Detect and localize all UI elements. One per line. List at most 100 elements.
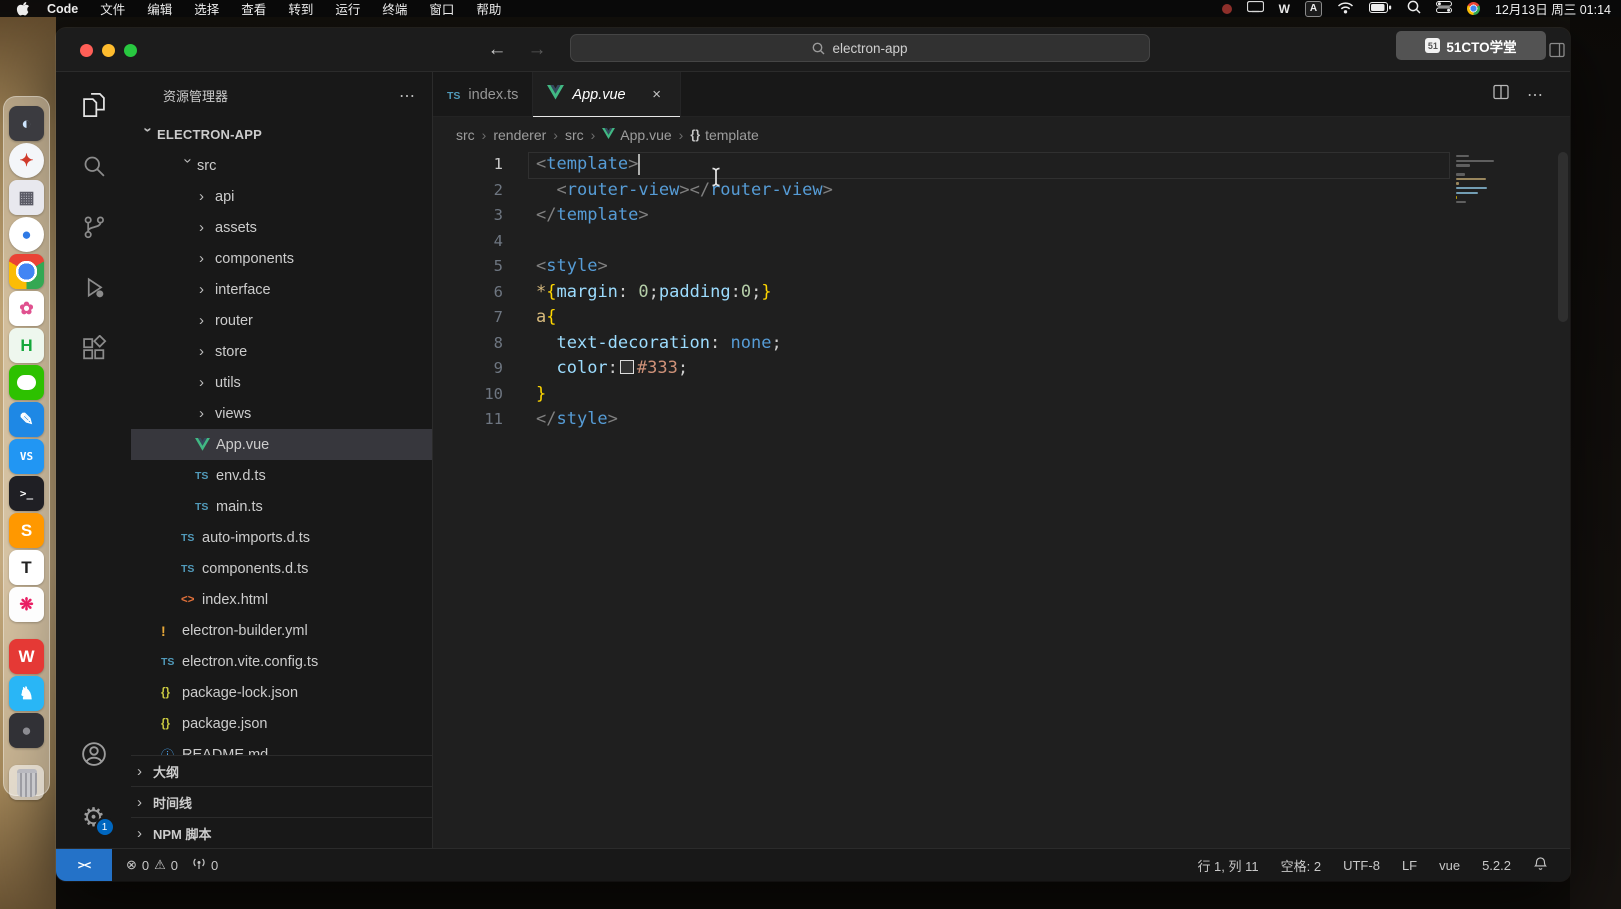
menu-item-窗口[interactable]: 窗口 [429,0,454,18]
tree-item-src[interactable]: ›src [131,150,432,181]
dock-icon-trash[interactable] [9,765,44,800]
remote-indicator[interactable]: >< [56,849,112,881]
status-language-mode[interactable]: vue [1439,858,1460,873]
activity-bar-item-explorer[interactable] [56,81,131,133]
bell-icon[interactable] [1533,856,1548,875]
menu-item-编辑[interactable]: 编辑 [147,0,172,18]
status-indentation[interactable]: 空格: 2 [1281,856,1321,875]
dock-icon-terminal[interactable]: >_ [9,476,44,511]
sidebar-section-大纲[interactable]: ›大纲 [131,755,432,786]
dock-icon-wps[interactable]: W [9,639,44,674]
menu-item-文件[interactable]: 文件 [100,0,125,18]
breadcrumb-item-renderer[interactable]: renderer [493,127,546,143]
editor-more-actions-icon[interactable]: ⋯ [1527,85,1544,105]
activity-bar-item-search[interactable] [56,142,131,194]
menu-item-选择[interactable]: 选择 [194,0,219,18]
apple-menu-icon[interactable] [16,1,29,16]
activity-bar-item-source-control[interactable] [56,203,131,255]
breadcrumb-item-src[interactable]: src [456,127,475,143]
status-eol[interactable]: LF [1402,858,1417,873]
minimize-window-button[interactable] [102,44,115,57]
tree-item-router[interactable]: ›router [131,305,432,336]
tree-item-index-html[interactable]: <>index.html [131,584,432,615]
dock-icon-pink-app[interactable]: ✿ [9,291,44,326]
tree-item-app-vue[interactable]: App.vue [131,429,432,460]
dock-icon-paint-app[interactable]: ❋ [9,587,44,622]
wifi-icon[interactable] [1337,1,1354,17]
command-center-search[interactable]: electron-app [570,34,1150,62]
tree-item-store[interactable]: ›store [131,336,432,367]
dock-icon-deer-app[interactable]: ♞ [9,676,44,711]
dock-icon-chrome[interactable] [9,254,44,289]
menu-app-name[interactable]: Code [47,2,78,16]
tree-item-views[interactable]: ›views [131,398,432,429]
dock-icon-launchpad[interactable]: ▦ [9,180,44,215]
sidebar-section-npm-脚本[interactable]: ›NPM 脚本 [131,817,432,848]
record-indicator-icon[interactable] [1222,4,1232,14]
tree-item-components-d-ts[interactable]: TScomponents.d.ts [131,553,432,584]
input-source-icon[interactable]: A [1305,1,1322,17]
dock-icon-vscode[interactable]: VS [9,439,44,474]
tree-item-interface[interactable]: ›interface [131,274,432,305]
tree-item-electron-builder-yml[interactable]: !electron-builder.yml [131,615,432,646]
tree-item-api[interactable]: ›api [131,181,432,212]
sidebar-more-actions-icon[interactable]: ⋯ [399,86,416,106]
tree-item-electron-vite-config-ts[interactable]: TSelectron.vite.config.ts [131,646,432,677]
tree-item-package-json[interactable]: {}package.json [131,708,432,739]
tree-item-main-ts[interactable]: TSmain.ts [131,491,432,522]
ports-indicator[interactable]: 0 [192,857,218,874]
tree-item-env-d-ts[interactable]: TSenv.d.ts [131,460,432,491]
dock-icon-typora[interactable]: T [9,550,44,585]
menu-item-查看[interactable]: 查看 [241,0,266,18]
sidebar-section-时间线[interactable]: ›时间线 [131,786,432,817]
close-tab-icon[interactable]: × [648,86,666,103]
dock-icon-pen-app[interactable]: ✎ [9,402,44,437]
tab-app-vue[interactable]: App.vue× [533,72,680,117]
editor-scrollbar[interactable] [1556,152,1570,848]
accounts-icon[interactable] [79,739,109,774]
navigate-forward-button[interactable]: → [524,37,550,63]
activity-bar-item-run-debug[interactable] [56,264,131,316]
tree-item-electron-app[interactable]: ›ELECTRON-APP [131,119,432,150]
settings-gear-icon[interactable]: ⚙ 1 [77,800,111,834]
activity-bar-item-extensions[interactable] [56,325,131,377]
tree-item-assets[interactable]: ›assets [131,212,432,243]
menu-item-终端[interactable]: 终端 [382,0,407,18]
tab-index-ts[interactable]: TSindex.ts [433,72,533,117]
breadcrumb-item-template[interactable]: {}template [690,127,758,143]
customize-layout-icon[interactable] [1549,42,1565,63]
menu-item-帮助[interactable]: 帮助 [476,0,501,18]
breadcrumb-item-src[interactable]: src [565,127,584,143]
tree-item-utils[interactable]: ›utils [131,367,432,398]
scrollbar-thumb[interactable] [1558,152,1568,322]
status-version[interactable]: 5.2.2 [1482,858,1511,873]
zoom-window-button[interactable] [124,44,137,57]
breadcrumb-item-app-vue[interactable]: App.vue [602,127,671,143]
control-center-icon[interactable] [1436,1,1452,16]
menu-item-运行[interactable]: 运行 [335,0,360,18]
app-status-icon-w[interactable]: W [1279,2,1290,16]
tree-item-package-lock-json[interactable]: {}package-lock.json [131,677,432,708]
status-cursor-position[interactable]: 行 1, 列 11 [1197,856,1258,875]
dock-icon-wechat[interactable] [9,365,44,400]
battery-icon[interactable] [1369,2,1392,16]
tree-item-components[interactable]: ›components [131,243,432,274]
dock-icon-dark-app[interactable]: ● [9,713,44,748]
minimap[interactable] [1456,155,1498,205]
spotlight-search-icon[interactable] [1407,0,1421,17]
dock-icon-hbuilder[interactable]: H [9,328,44,363]
display-mirroring-icon[interactable] [1247,1,1264,16]
close-window-button[interactable] [80,44,93,57]
tree-item-auto-imports-d-ts[interactable]: TSauto-imports.d.ts [131,522,432,553]
navigate-back-button[interactable]: ← [484,37,510,63]
split-editor-icon[interactable] [1493,84,1509,105]
dock-icon-orange-app[interactable]: S [9,513,44,548]
code-editor[interactable]: 1<template>2 <router-view></router-view>… [433,152,1570,848]
user-switch-icon[interactable] [1467,2,1480,15]
menu-item-转到[interactable]: 转到 [288,0,313,18]
problems-indicator[interactable]: ⊗ 0 ⚠ 0 [126,857,178,873]
dock-icon-safari[interactable]: ✦ [9,143,44,178]
menu-bar-clock[interactable]: 12月13日 周三 01:14 [1495,0,1611,18]
dock-icon-blue-browser[interactable]: ● [9,217,44,252]
dock-icon-finder[interactable]: ◐ [9,106,44,141]
